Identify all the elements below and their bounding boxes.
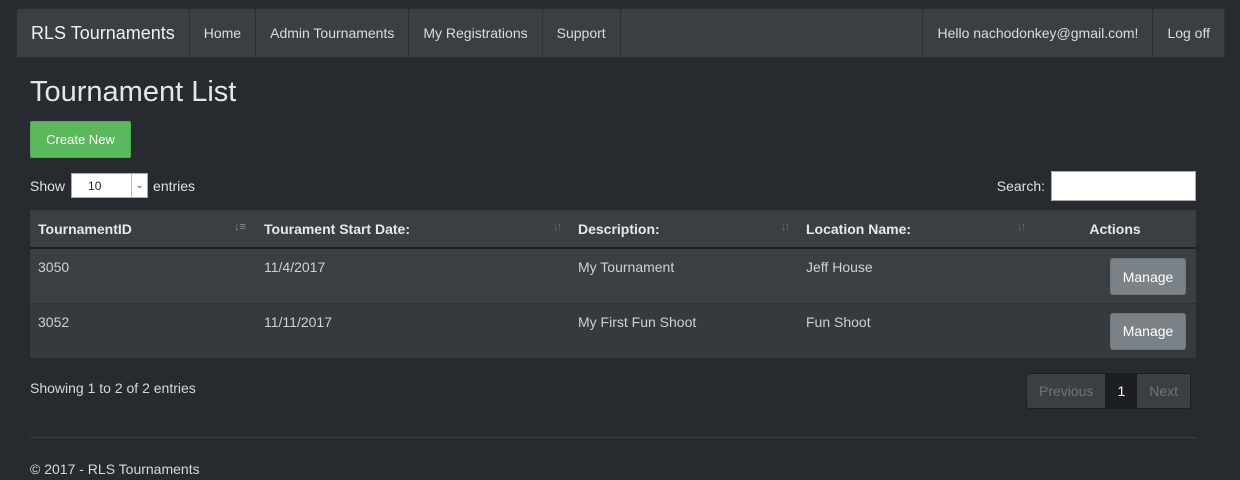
header-description-label: Description: bbox=[578, 220, 660, 237]
chevron-down-icon: ⌄ bbox=[131, 174, 147, 197]
manage-button[interactable]: Manage bbox=[1110, 258, 1186, 295]
page-title: Tournament List bbox=[30, 76, 237, 108]
navbar: RLS Tournaments Home Admin Tournaments M… bbox=[16, 8, 1226, 58]
header-description[interactable]: Description: ↓↑ bbox=[570, 210, 798, 249]
entries-select-value: 10 bbox=[88, 178, 102, 193]
header-actions: Actions bbox=[1034, 210, 1196, 249]
search-control: Search: bbox=[997, 171, 1196, 201]
footer-divider bbox=[30, 437, 1196, 438]
entries-select[interactable]: 10 ⌄ bbox=[71, 173, 149, 198]
cell-start-date: 11/11/2017 bbox=[256, 302, 570, 358]
create-new-button[interactable]: Create New bbox=[30, 121, 131, 158]
entries-label: entries bbox=[153, 177, 196, 194]
cell-actions: Manage bbox=[1034, 302, 1196, 358]
header-tournament-id-label: TournamentID bbox=[38, 220, 132, 237]
header-start-date[interactable]: Tourament Start Date: ↓↑ bbox=[256, 210, 570, 249]
nav-admin-tournaments[interactable]: Admin Tournaments bbox=[255, 9, 408, 57]
tournament-table: TournamentID ↓≡ Tourament Start Date: ↓↑… bbox=[30, 210, 1196, 358]
pagination-next[interactable]: Next bbox=[1137, 374, 1191, 408]
cell-tournament-id: 3052 bbox=[30, 302, 256, 358]
sort-icon: ↓↑ bbox=[781, 221, 790, 233]
manage-button[interactable]: Manage bbox=[1110, 312, 1186, 350]
sort-asc-icon: ↓≡ bbox=[234, 221, 246, 233]
header-location-name[interactable]: Location Name: ↓↑ bbox=[798, 210, 1034, 249]
nav-my-registrations[interactable]: My Registrations bbox=[408, 9, 541, 57]
pagination-page-1[interactable]: 1 bbox=[1106, 374, 1138, 408]
nav-user-greeting[interactable]: Hello nachodonkey@gmail.com! bbox=[922, 9, 1152, 57]
search-input[interactable] bbox=[1051, 171, 1196, 201]
sort-icon: ↓↑ bbox=[553, 221, 562, 233]
footer-copyright: © 2017 - RLS Tournaments bbox=[30, 461, 200, 477]
nav-logoff[interactable]: Log off bbox=[1152, 9, 1225, 57]
brand-link[interactable]: RLS Tournaments bbox=[17, 9, 189, 57]
nav-home[interactable]: Home bbox=[188, 9, 255, 57]
cell-description: My First Fun Shoot bbox=[570, 302, 798, 358]
header-start-date-label: Tourament Start Date: bbox=[264, 220, 410, 237]
table-info: Showing 1 to 2 of 2 entries bbox=[30, 380, 196, 396]
cell-actions: Manage bbox=[1034, 247, 1196, 303]
cell-start-date: 11/4/2017 bbox=[256, 247, 570, 303]
header-location-name-label: Location Name: bbox=[806, 220, 912, 237]
search-label: Search: bbox=[996, 178, 1045, 194]
nav-support[interactable]: Support bbox=[541, 9, 621, 57]
header-tournament-id[interactable]: TournamentID ↓≡ bbox=[30, 210, 256, 249]
table-row: 3052 11/11/2017 My First Fun Shoot Fun S… bbox=[30, 302, 1196, 358]
pagination: Previous 1 Next bbox=[1026, 373, 1192, 409]
show-label: Show bbox=[30, 177, 66, 194]
sort-icon: ↓↑ bbox=[1017, 221, 1026, 233]
table-header-row: TournamentID ↓≡ Tourament Start Date: ↓↑… bbox=[30, 210, 1196, 249]
table-row: 3050 11/4/2017 My Tournament Jeff House … bbox=[30, 247, 1196, 303]
cell-tournament-id: 3050 bbox=[30, 247, 256, 303]
pagination-previous[interactable]: Previous bbox=[1027, 374, 1107, 408]
cell-description: My Tournament bbox=[570, 247, 798, 303]
cell-location-name: Fun Shoot bbox=[798, 302, 1034, 358]
cell-location-name: Jeff House bbox=[798, 247, 1034, 303]
entries-length-control: Show 10 ⌄ entries bbox=[30, 173, 195, 198]
